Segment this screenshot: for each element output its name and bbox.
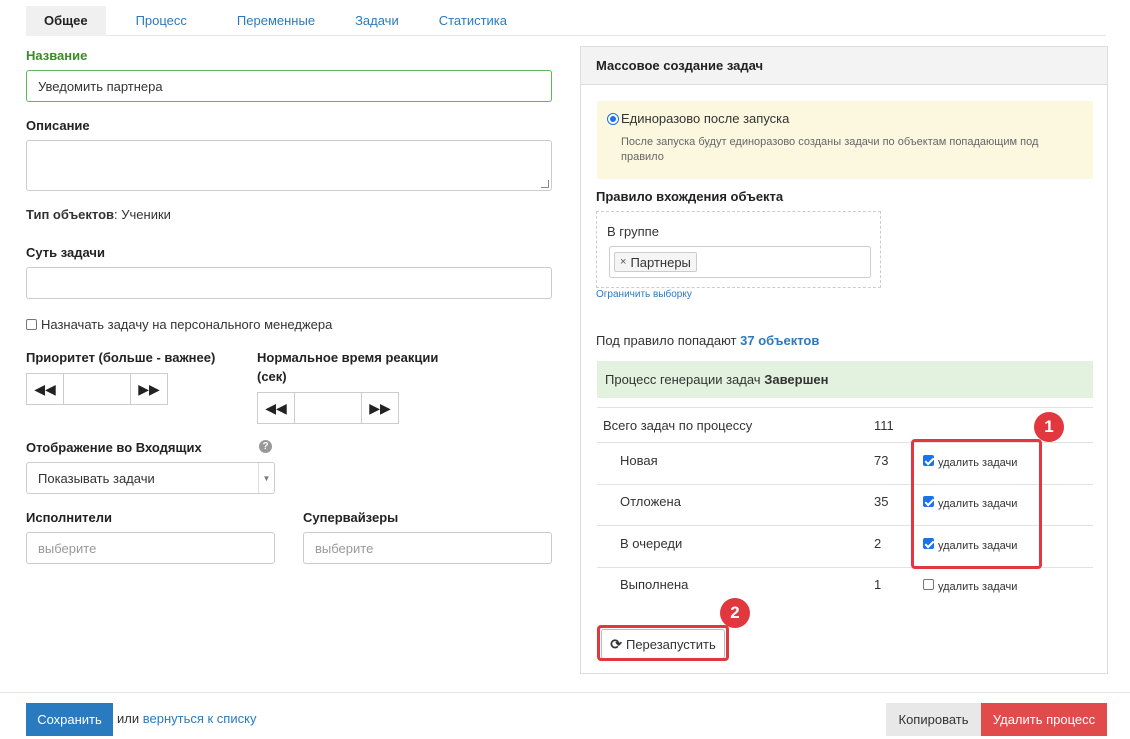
copy-button[interactable]: Копировать: [886, 703, 981, 736]
object-type: Тип объектов: Ученики: [26, 207, 171, 222]
task-essence-input[interactable]: [26, 267, 552, 299]
decrease-icon[interactable]: ◀◀: [27, 374, 63, 404]
group-tag: × Партнеры: [614, 252, 697, 272]
inbox-select-value: Показывать задачи: [38, 470, 155, 486]
personal-manager-label: Назначать задачу на персонального менедж…: [41, 317, 333, 332]
status-count: 1: [874, 577, 882, 592]
tab-process[interactable]: Процесс: [118, 6, 205, 36]
status-count: 73: [874, 453, 889, 468]
status-name: Выполнена: [620, 577, 689, 592]
priority-value[interactable]: [63, 374, 131, 404]
reaction-unit-label: (сек): [257, 369, 287, 384]
decrease-icon[interactable]: ◀◀: [258, 393, 294, 423]
restrict-selection-link[interactable]: Ограничить выборку: [596, 289, 692, 300]
back-to-list-link[interactable]: вернуться к списку: [143, 711, 257, 726]
highlight-frame-1: [911, 439, 1042, 569]
once-radio-label: Единоразово после запуска: [621, 111, 790, 126]
status-name: Новая: [620, 453, 658, 468]
name-input[interactable]: Уведомить партнера: [26, 70, 552, 102]
tab-bar: Общее Процесс Переменные Задачи Статисти…: [26, 6, 1106, 36]
delete-label: удалить задачи: [938, 581, 1018, 593]
reaction-stepper: ◀◀ ▶▶: [257, 392, 399, 424]
inbox-label: Отображение во Входящих: [26, 440, 202, 455]
annotation-badge-1: 1: [1034, 412, 1064, 442]
reaction-value[interactable]: [294, 393, 362, 423]
remove-tag-icon[interactable]: ×: [620, 256, 626, 268]
total-label: Всего задач по процессу: [603, 418, 753, 433]
rule-box: В группе × Партнеры: [596, 211, 881, 288]
matches-prefix: Под правило попадают: [596, 333, 737, 348]
task-essence-label: Суть задачи: [26, 245, 105, 260]
object-type-label: Тип объектов: [26, 207, 115, 222]
status-count: 35: [874, 494, 889, 509]
status-count: 2: [874, 536, 882, 551]
description-label: Описание: [26, 118, 90, 133]
description-textarea[interactable]: [26, 140, 552, 191]
tab-tasks[interactable]: Задачи: [337, 6, 417, 36]
status-box: Процесс генерации задач Завершен: [597, 361, 1093, 398]
table-divider: [597, 407, 1093, 408]
once-desc-line2: правило: [621, 151, 664, 163]
panel-title: Массовое создание задач: [581, 47, 1107, 85]
matches-text: Под правило попадают 37 объектов: [596, 333, 819, 348]
object-type-value: : Ученики: [114, 207, 171, 222]
resize-grip-icon[interactable]: [541, 180, 549, 188]
group-tag-label: Партнеры: [630, 254, 691, 270]
personal-manager-option[interactable]: Назначать задачу на персонального менедж…: [26, 317, 332, 332]
inbox-select[interactable]: Показывать задачи ▼: [26, 462, 275, 494]
highlight-frame-2: [597, 625, 729, 661]
tab-general[interactable]: Общее: [26, 6, 106, 36]
status-name: В очереди: [620, 536, 683, 551]
group-select[interactable]: × Партнеры: [609, 246, 871, 278]
dropdown-caret-icon: ▼: [258, 463, 274, 493]
save-button[interactable]: Сохранить: [26, 703, 113, 736]
schedule-option-box: Единоразово после запуска После запуска …: [597, 101, 1093, 179]
matches-count-link[interactable]: 37 объектов: [740, 333, 819, 348]
rule-label: Правило вхождения объекта: [596, 189, 784, 204]
reaction-label: Нормальное время реакции: [257, 350, 439, 365]
executors-input[interactable]: выберите: [26, 532, 275, 564]
supervisors-input[interactable]: выберите: [303, 532, 552, 564]
delete-process-button[interactable]: Удалить процесс: [981, 703, 1107, 736]
or-text: или: [117, 711, 140, 726]
total-value: 111: [874, 418, 894, 433]
supervisors-placeholder: выберите: [315, 540, 374, 556]
status-prefix: Процесс генерации задач: [605, 372, 761, 387]
priority-label: Приоритет (больше - важнее): [26, 350, 216, 365]
name-label: Название: [26, 48, 88, 63]
executors-label: Исполнители: [26, 510, 112, 525]
increase-icon[interactable]: ▶▶: [131, 374, 167, 404]
once-radio[interactable]: [607, 113, 619, 125]
name-input-value: Уведомить партнера: [38, 78, 163, 94]
help-icon[interactable]: ?: [259, 440, 272, 453]
back-text: или вернуться к списку: [117, 711, 256, 726]
personal-manager-checkbox[interactable]: [26, 319, 37, 330]
tab-variables[interactable]: Переменные: [219, 6, 333, 36]
priority-stepper: ◀◀ ▶▶: [26, 373, 168, 405]
increase-icon[interactable]: ▶▶: [362, 393, 398, 423]
status-name: Отложена: [620, 494, 681, 509]
group-label: В группе: [607, 224, 659, 239]
delete-checkbox[interactable]: [923, 579, 934, 590]
status-value: Завершен: [764, 372, 829, 387]
annotation-badge-2: 2: [720, 598, 750, 628]
mass-task-panel: Массовое создание задач Единоразово посл…: [580, 46, 1108, 674]
tab-statistics[interactable]: Статистика: [421, 6, 525, 36]
once-desc-line1: После запуска будут единоразово созданы …: [621, 136, 1039, 148]
executors-placeholder: выберите: [38, 540, 97, 556]
supervisors-label: Супервайзеры: [303, 510, 399, 525]
